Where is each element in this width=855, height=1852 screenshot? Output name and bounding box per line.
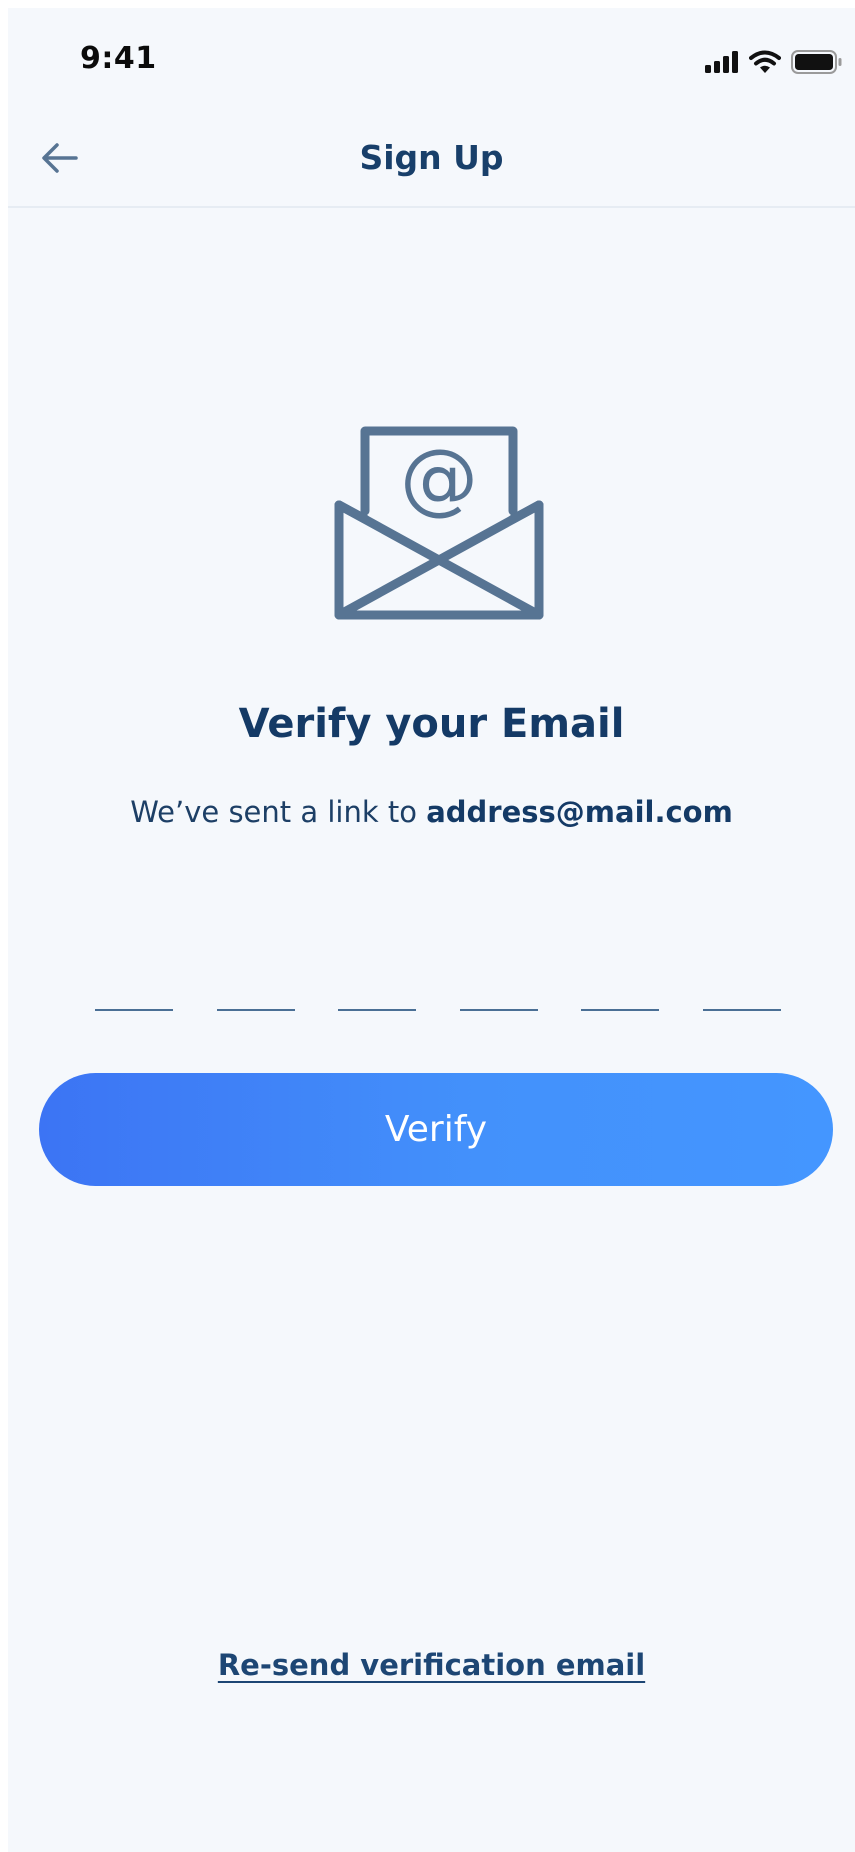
verify-email-screen: 9:41 Sign Up @ Verify your Email We’ve s… xyxy=(8,8,855,1852)
code-digit-6[interactable] xyxy=(702,963,781,1011)
code-digit-5[interactable] xyxy=(581,963,660,1011)
navigation-header: Sign Up xyxy=(8,108,855,208)
code-digit-2[interactable] xyxy=(216,963,295,1011)
code-digit-4[interactable] xyxy=(459,963,538,1011)
status-time: 9:41 xyxy=(80,41,157,76)
email-address: address@mail.com xyxy=(426,795,733,829)
status-icons xyxy=(705,50,843,74)
message-prefix: We’ve sent a link to xyxy=(130,795,427,829)
resend-verification-link[interactable]: Re-send verification email xyxy=(8,1648,855,1682)
code-digit-3[interactable] xyxy=(338,963,417,1011)
page-title: Sign Up xyxy=(359,138,504,177)
verification-code-inputs xyxy=(95,963,781,1011)
verify-heading: Verify your Email xyxy=(238,701,625,747)
code-digit-1[interactable] xyxy=(95,963,173,1011)
svg-text:@: @ xyxy=(400,434,478,524)
battery-icon xyxy=(791,50,843,74)
signal-icon xyxy=(705,51,739,73)
wifi-icon xyxy=(749,50,781,74)
sent-link-message: We’ve sent a link to address@mail.com xyxy=(8,795,855,829)
verify-button[interactable]: Verify xyxy=(39,1073,833,1186)
open-envelope-at-icon: @ xyxy=(334,423,544,623)
status-bar: 9:41 xyxy=(8,8,855,108)
